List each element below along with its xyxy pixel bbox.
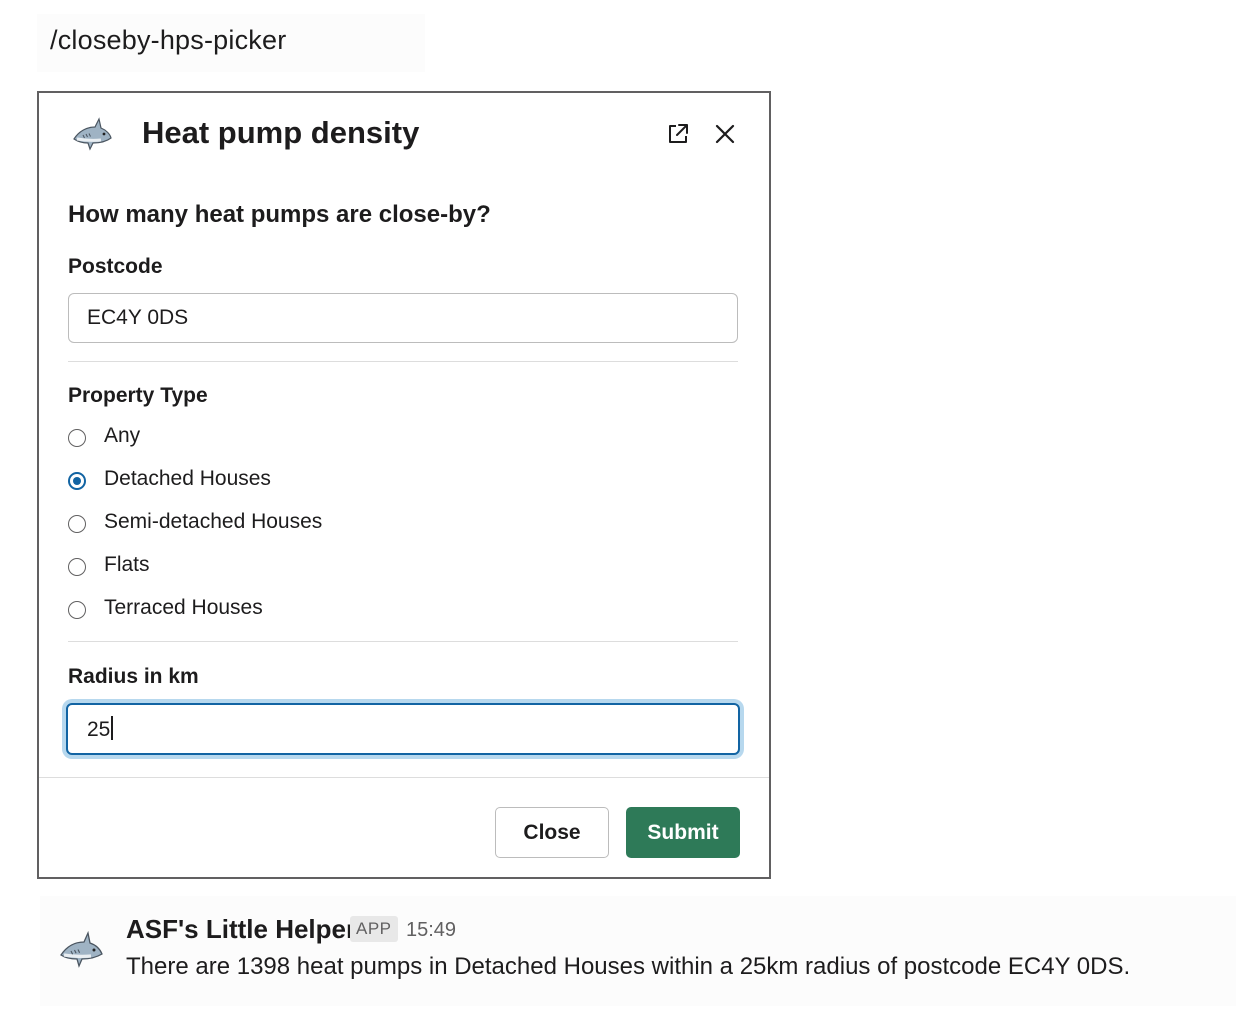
slash-command-bar: /closeby-hps-picker (37, 14, 425, 72)
message-timestamp[interactable]: 15:49 (406, 919, 456, 942)
modal-title: Heat pump density (142, 115, 420, 150)
submit-button[interactable]: Submit (626, 807, 740, 858)
radio-label: Semi-detached Houses (104, 510, 323, 533)
radio-label: Terraced Houses (104, 596, 263, 619)
bot-message: ASF's Little Helper APP 15:49 There are … (40, 896, 1236, 1006)
app-badge: APP (350, 916, 398, 942)
message-text: There are 1398 heat pumps in Detached Ho… (126, 953, 1131, 980)
footer-divider (39, 777, 769, 778)
shark-icon (60, 930, 103, 968)
postcode-value: EC4Y 0DS (87, 306, 189, 329)
postcode-label: Postcode (68, 255, 163, 278)
text-cursor (111, 716, 113, 740)
close-icon[interactable] (713, 122, 737, 146)
radio-label: Flats (104, 553, 150, 576)
radio-button-selected[interactable] (68, 472, 86, 490)
modal-dialog: Heat pump density How many heat pumps ar… (37, 91, 771, 879)
modal-header: Heat pump density (39, 93, 769, 179)
radio-label: Detached Houses (104, 467, 271, 490)
divider (68, 641, 738, 642)
radio-label: Any (104, 424, 141, 447)
radius-input[interactable]: 25 (66, 703, 740, 755)
message-author[interactable]: ASF's Little Helper (126, 914, 356, 945)
property-type-label: Property Type (68, 384, 208, 407)
radio-button[interactable] (68, 601, 86, 619)
radius-value: 25 (87, 718, 111, 741)
radio-button[interactable] (68, 558, 86, 576)
question-heading: How many heat pumps are close-by? (68, 201, 491, 228)
slash-command-text: /closeby-hps-picker (50, 25, 287, 55)
radius-label: Radius in km (68, 665, 199, 688)
divider (68, 361, 738, 362)
shark-icon (73, 117, 112, 151)
radio-button[interactable] (68, 429, 86, 447)
postcode-input[interactable]: EC4Y 0DS (68, 293, 738, 343)
radio-button[interactable] (68, 515, 86, 533)
close-button[interactable]: Close (495, 807, 609, 858)
external-link-icon[interactable] (665, 121, 691, 147)
